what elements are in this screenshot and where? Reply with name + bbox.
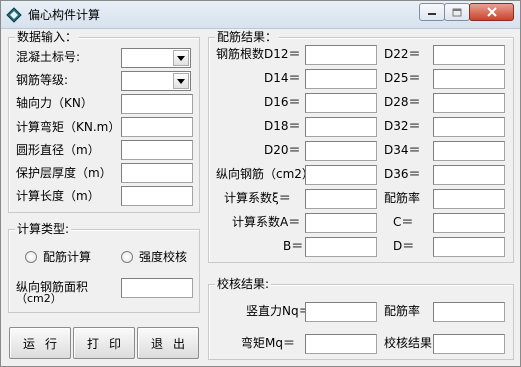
check-result-field[interactable] xyxy=(433,334,505,354)
moment-input[interactable] xyxy=(121,117,193,137)
d20-field[interactable] xyxy=(305,141,377,161)
exit-button[interactable]: 退出 xyxy=(137,327,199,359)
d16-field[interactable] xyxy=(305,93,377,113)
app-icon xyxy=(6,7,22,23)
title-bar: 偏心构件计算 xyxy=(1,1,520,29)
rebar-calc-radio-label: 配筋计算 xyxy=(43,250,92,264)
d36-label: D36＝ xyxy=(384,167,421,181)
d36-field[interactable] xyxy=(433,165,505,185)
coef-b-label: B＝ xyxy=(283,239,304,253)
d28-field[interactable] xyxy=(433,93,505,113)
d18-label: D18＝ xyxy=(264,119,301,133)
cover-thickness-input[interactable] xyxy=(121,163,193,183)
rebar-ratio-field[interactable] xyxy=(433,189,505,209)
nq-label: 竖直力Nq＝ xyxy=(246,304,311,318)
maximize-button[interactable] xyxy=(444,3,470,21)
d16-label: D16＝ xyxy=(264,95,301,109)
d12-field[interactable] xyxy=(305,45,377,65)
strength-check-radio-label: 强度校核 xyxy=(139,250,188,264)
minimize-button[interactable] xyxy=(419,3,445,21)
axial-force-label: 轴向力（KN） xyxy=(16,96,93,110)
rebar-calc-radio[interactable]: 配筋计算 xyxy=(25,248,91,265)
d32-label: D32＝ xyxy=(384,119,421,133)
d34-field[interactable] xyxy=(433,141,505,161)
d22-label: D22＝ xyxy=(384,47,421,61)
d20-label: D20＝ xyxy=(264,143,301,157)
d28-label: D28＝ xyxy=(384,95,421,109)
coef-a-field[interactable] xyxy=(305,213,377,233)
coef-b-field[interactable] xyxy=(305,237,377,257)
strength-check-radio[interactable]: 强度校核 xyxy=(121,248,187,265)
moment-label: 计算弯矩（KN.m） xyxy=(16,120,121,134)
main-window: 偏心构件计算 数据输入： 混凝土标号: 钢筋等级: 轴向力（KN） 计算弯矩（K… xyxy=(0,0,521,367)
rebar-grade-select[interactable] xyxy=(121,71,191,91)
calc-type-group-title: 计算类型: xyxy=(15,222,72,236)
rebar-result-group-title: 配筋结果： xyxy=(215,30,280,44)
cover-thickness-label: 保护层厚度（m） xyxy=(16,166,112,180)
window-title: 偏心构件计算 xyxy=(28,8,101,22)
coef-a-label: 计算系数A＝ xyxy=(232,215,301,229)
rebar-ratio-label: 配筋率 xyxy=(384,191,421,205)
check-result-group-title: 校核结果: xyxy=(215,277,272,291)
data-input-group-title: 数据输入： xyxy=(15,30,80,44)
coef-c-field[interactable] xyxy=(433,213,505,233)
rebar-area-input[interactable] xyxy=(121,278,193,298)
chevron-down-icon xyxy=(177,55,185,61)
calc-length-input[interactable] xyxy=(121,186,193,206)
concrete-grade-select[interactable] xyxy=(121,48,191,68)
radio-button-icon xyxy=(25,250,37,263)
axial-force-input[interactable] xyxy=(121,94,193,114)
rebar-grade-dropdown-button[interactable] xyxy=(173,73,189,89)
d25-field[interactable] xyxy=(433,69,505,89)
coef-xi-label: 计算系数ξ＝ xyxy=(224,191,291,205)
coef-d-label: D＝ xyxy=(393,239,415,253)
mq-label: 弯矩Mq＝ xyxy=(241,336,295,350)
d34-label: D34＝ xyxy=(384,143,421,157)
d25-label: D25＝ xyxy=(384,71,421,85)
maximize-icon xyxy=(452,8,462,16)
coef-xi-field[interactable] xyxy=(305,189,377,209)
mq-field[interactable] xyxy=(305,334,377,354)
long-rebar-field[interactable] xyxy=(305,165,377,185)
radio-button-icon xyxy=(121,250,133,263)
concrete-grade-dropdown-button[interactable] xyxy=(173,50,189,66)
minimize-icon xyxy=(428,13,436,15)
coef-d-field[interactable] xyxy=(433,237,505,257)
close-icon xyxy=(486,7,497,17)
print-button[interactable]: 打印 xyxy=(73,327,135,359)
d12-label: 钢筋根数D12＝ xyxy=(216,47,301,61)
chevron-down-icon xyxy=(177,78,185,84)
run-button[interactable]: 运行 xyxy=(9,327,71,359)
check-ratio-label: 配筋率 xyxy=(384,304,421,318)
d22-field[interactable] xyxy=(433,45,505,65)
long-rebar-label: 纵向钢筋（cm2） xyxy=(216,167,314,181)
calc-length-label: 计算长度（m） xyxy=(16,189,100,203)
d14-label: D14＝ xyxy=(264,71,301,85)
nq-field[interactable] xyxy=(305,302,377,322)
diameter-input[interactable] xyxy=(121,140,193,160)
concrete-grade-label: 混凝土标号: xyxy=(16,50,81,64)
rebar-area-unit-label: （cm2） xyxy=(16,292,62,305)
close-button[interactable] xyxy=(469,3,514,21)
d18-field[interactable] xyxy=(305,117,377,137)
check-ratio-field[interactable] xyxy=(433,302,505,322)
diameter-label: 圆形直径（m） xyxy=(16,143,100,157)
coef-c-label: C＝ xyxy=(393,215,414,229)
d32-field[interactable] xyxy=(433,117,505,137)
check-result-label: 校核结果 xyxy=(384,336,433,350)
d14-field[interactable] xyxy=(305,69,377,89)
rebar-grade-label: 钢筋等级: xyxy=(16,73,69,87)
